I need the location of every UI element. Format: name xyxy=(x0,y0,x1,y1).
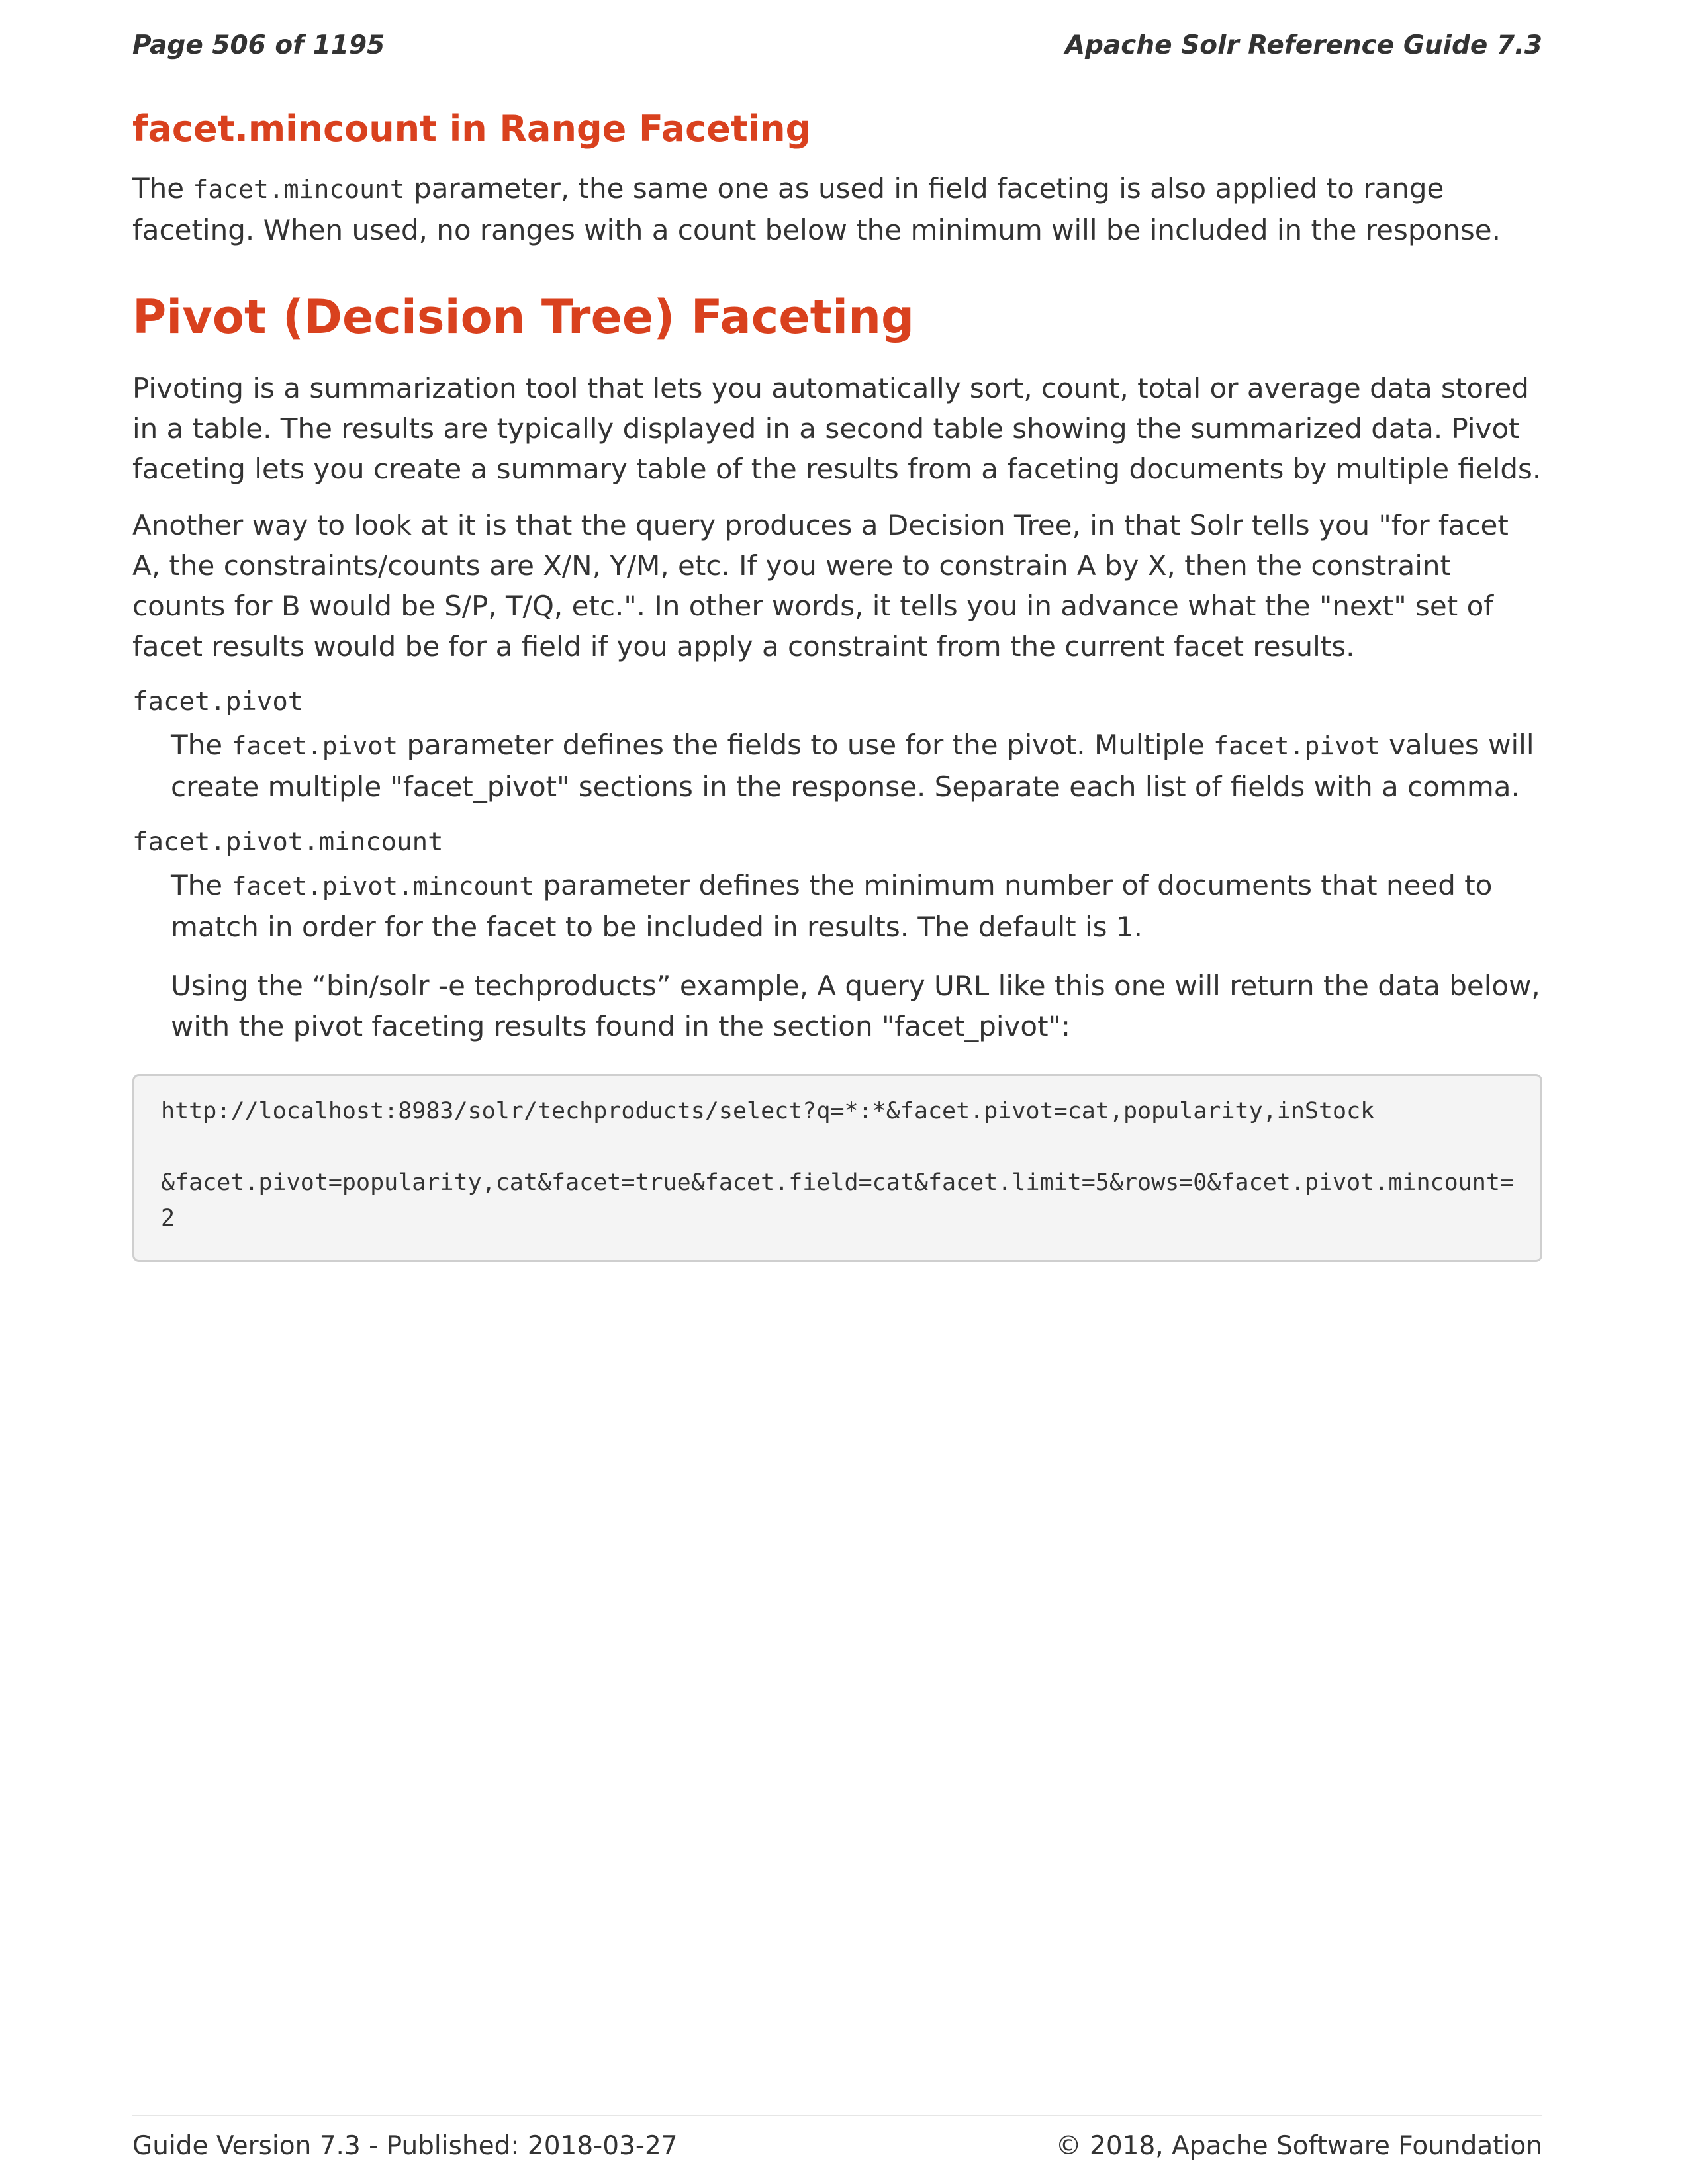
code-line-2: &facet.pivot=popularity,cat&facet=true&f… xyxy=(161,1169,1514,1232)
section-heading-pivot-faceting: Pivot (Decision Tree) Faceting xyxy=(132,290,915,344)
param-desc-facet-pivot-mincount: The facet.pivot.mincount parameter defin… xyxy=(171,869,1493,943)
pivot-intro-paragraph: Pivoting is a summarization tool that le… xyxy=(132,372,1542,485)
inline-code: facet.pivot xyxy=(1213,731,1380,760)
mincount-range-paragraph: The facet.mincount parameter, the same o… xyxy=(132,172,1501,246)
document-page: Page 506 of 1195 Apache Solr Reference G… xyxy=(0,0,1688,2184)
pivot-decision-tree-paragraph: Another way to look at it is that the qu… xyxy=(132,509,1509,662)
param-term-facet-pivot-mincount: facet.pivot.mincount xyxy=(132,827,444,857)
parameter-list: facet.pivot The facet.pivot parameter de… xyxy=(132,682,1542,1046)
inline-code: facet.pivot xyxy=(231,731,399,760)
section-heading-mincount-range: facet.mincount in Range Faceting xyxy=(132,108,812,150)
guide-version: Guide Version 7.3 - Published: 2018-03-2… xyxy=(132,2130,678,2161)
page-header: Page 506 of 1195 Apache Solr Reference G… xyxy=(132,25,1542,65)
copyright: © 2018, Apache Software Foundation xyxy=(1055,2130,1542,2161)
inline-code: facet.pivot.mincount xyxy=(231,872,535,901)
footer-divider xyxy=(132,2115,1542,2116)
guide-title: Apache Solr Reference Guide 7.3 xyxy=(1064,30,1542,60)
page-content: facet.mincount in Range Faceting The fac… xyxy=(132,99,1542,1262)
inline-code: facet.mincount xyxy=(193,175,405,204)
param-term-facet-pivot: facet.pivot xyxy=(132,687,304,717)
page-footer: Guide Version 7.3 - Published: 2018-03-2… xyxy=(132,2126,1542,2165)
example-paragraph: Using the “bin/solr -e techproducts” exa… xyxy=(171,970,1540,1042)
page-number: Page 506 of 1195 xyxy=(132,30,385,60)
param-desc-facet-pivot: The facet.pivot parameter defines the fi… xyxy=(171,729,1534,803)
code-block: http://localhost:8983/solr/techproducts/… xyxy=(132,1074,1542,1262)
code-line-1: http://localhost:8983/solr/techproducts/… xyxy=(161,1098,1375,1124)
